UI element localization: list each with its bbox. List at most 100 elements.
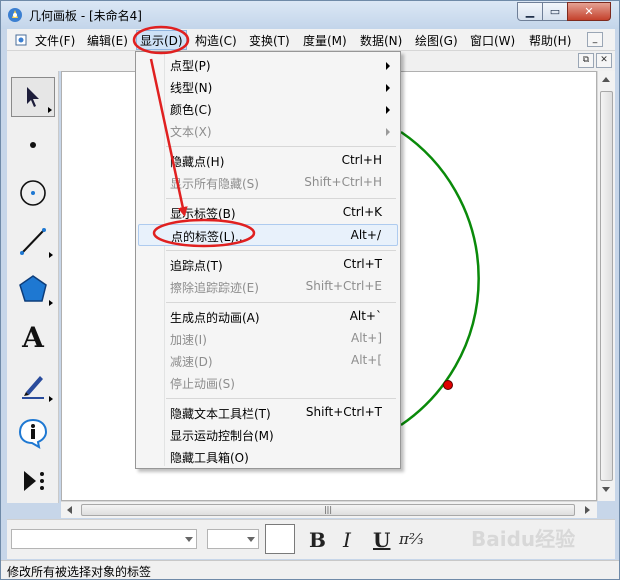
menu-item-shortcut: Shift+Ctrl+E <box>305 279 382 293</box>
mdi-minimize-button[interactable]: _ <box>587 32 603 47</box>
tool-submenu-arrow-icon <box>49 300 53 306</box>
scroll-left-icon[interactable] <box>67 506 72 514</box>
maximize-button[interactable]: ▭ <box>542 2 568 21</box>
app-logo-icon <box>8 8 22 22</box>
underline-button[interactable]: U <box>373 528 390 552</box>
menu-item-slow-down[interactable]: 减速(D) Alt+[ <box>138 350 398 372</box>
menu-graph[interactable]: 绘图(G) <box>415 32 458 49</box>
menu-item-trace-point[interactable]: 追踪点(T) Ctrl+T <box>138 254 398 276</box>
vertical-scroll-thumb[interactable] <box>600 91 613 481</box>
custom-tool[interactable] <box>11 461 55 501</box>
menu-display[interactable]: 显示(D) <box>136 30 187 50</box>
custom-tool-icon <box>24 471 44 491</box>
horizontal-scrollbar[interactable]: ||| <box>61 501 597 518</box>
menu-separator <box>166 146 396 147</box>
app-window: 几何画板 - [未命名4] ▁ ▭ ✕ 文件(F) 编辑(E) 显示(D) 构造… <box>0 0 620 580</box>
text-color-swatch[interactable] <box>265 524 295 554</box>
menu-item-stop-animation[interactable]: 停止动画(S) <box>138 372 398 394</box>
menu-item-line-style[interactable]: 线型(N) <box>138 76 398 98</box>
grip-icon: ||| <box>323 505 333 514</box>
menu-construct[interactable]: 构造(C) <box>195 32 237 49</box>
submenu-arrow-icon <box>386 62 390 70</box>
title-bar[interactable]: 几何画板 - [未命名4] ▁ ▭ ✕ <box>1 1 619 29</box>
polygon-tool[interactable] <box>11 269 55 309</box>
menu-item-speed-up[interactable]: 加速(I) Alt+] <box>138 328 398 350</box>
math-format-button[interactable]: π²⁄₃ <box>399 530 423 548</box>
menu-item-hide-text-toolbar[interactable]: 隐藏文本工具栏(T) Shift+Ctrl+T <box>138 402 398 424</box>
compass-icon <box>20 180 46 206</box>
horizontal-scroll-thumb[interactable]: ||| <box>81 504 575 516</box>
menu-window[interactable]: 窗口(W) <box>470 32 515 49</box>
menu-item-shortcut: Alt+[ <box>351 353 382 367</box>
select-tool[interactable] <box>11 77 55 117</box>
compass-tool[interactable] <box>11 173 55 213</box>
menu-item-show-label[interactable]: 显示标签(B) Ctrl+K <box>138 202 398 224</box>
font-family-combo[interactable] <box>11 529 197 549</box>
menu-item-label: 线型(N) <box>170 81 213 95</box>
close-button[interactable]: ✕ <box>567 2 611 21</box>
status-bar: 修改所有被选择对象的标签 <box>1 560 619 579</box>
menu-separator <box>166 398 396 399</box>
menu-item-shortcut: Ctrl+H <box>341 153 382 167</box>
bold-button[interactable]: B <box>309 528 326 552</box>
menu-item-point-label[interactable]: 点的标签(L)... Alt+/ <box>138 224 398 246</box>
menu-bar: 文件(F) 编辑(E) 显示(D) 构造(C) 变换(T) 度量(M) 数据(N… <box>7 29 615 51</box>
menu-edit[interactable]: 编辑(E) <box>87 32 128 49</box>
polygon-icon <box>19 275 47 302</box>
menu-item-label: 点的标签(L)... <box>171 230 247 244</box>
menu-item-erase-traces[interactable]: 擦除追踪踪迹(E) Shift+Ctrl+E <box>138 276 398 298</box>
mdi-restore-button[interactable]: ⧉ <box>578 53 594 68</box>
point-on-circle[interactable] <box>443 380 453 390</box>
tool-submenu-arrow-icon <box>49 252 53 258</box>
menu-item-label: 擦除追踪踪迹(E) <box>170 281 259 295</box>
menu-separator <box>166 302 396 303</box>
menu-item-label: 追踪点(T) <box>170 259 223 273</box>
menu-item-label: 显示所有隐藏(S) <box>170 177 259 191</box>
menu-transform[interactable]: 变换(T) <box>249 32 290 49</box>
menu-file[interactable]: 文件(F) <box>35 32 75 49</box>
window-title: 几何画板 - [未命名4] <box>29 9 142 23</box>
circle-arc[interactable] <box>400 130 480 427</box>
menu-item-shortcut: Shift+Ctrl+H <box>304 175 382 189</box>
marker-icon <box>22 376 44 399</box>
submenu-arrow-icon <box>386 128 390 136</box>
menu-item-show-all-hidden[interactable]: 显示所有隐藏(S) Shift+Ctrl+H <box>138 172 398 194</box>
tool-submenu-arrow-icon <box>48 107 52 113</box>
menu-item-hide-point[interactable]: 隐藏点(H) Ctrl+H <box>138 150 398 172</box>
vertical-scrollbar[interactable] <box>597 71 615 501</box>
minimize-button[interactable]: ▁ <box>517 2 543 21</box>
menu-item-point-style[interactable]: 点型(P) <box>138 54 398 76</box>
status-text: 修改所有被选择对象的标签 <box>7 565 152 579</box>
point-tool[interactable] <box>11 125 55 165</box>
menu-help[interactable]: 帮助(H) <box>529 32 571 49</box>
text-tool[interactable]: A <box>11 317 55 357</box>
menu-data[interactable]: 数据(N) <box>360 32 402 49</box>
menu-item-shortcut: Alt+` <box>349 309 382 323</box>
menu-item-animate-point[interactable]: 生成点的动画(A) Alt+` <box>138 306 398 328</box>
menu-item-text[interactable]: 文本(X) <box>138 120 398 142</box>
italic-button[interactable]: I <box>343 528 351 552</box>
marker-tool[interactable] <box>11 365 55 405</box>
menu-item-hide-toolbox[interactable]: 隐藏工具箱(O) <box>138 446 398 468</box>
line-icon <box>20 228 46 255</box>
menu-item-color[interactable]: 颜色(C) <box>138 98 398 120</box>
mdi-close-icon: ✕ <box>600 55 608 65</box>
watermark: Baidu经验 <box>471 527 576 551</box>
line-tool[interactable] <box>11 221 55 261</box>
scroll-down-icon[interactable] <box>602 487 610 492</box>
menu-item-label: 生成点的动画(A) <box>170 311 260 325</box>
menu-measure[interactable]: 度量(M) <box>303 32 347 49</box>
mdi-close-button[interactable]: ✕ <box>596 53 612 68</box>
scroll-right-icon[interactable] <box>585 506 590 514</box>
font-size-combo[interactable] <box>207 529 259 549</box>
point-icon <box>30 142 36 148</box>
mdi-minimize-icon: _ <box>592 34 598 44</box>
chevron-down-icon <box>185 537 193 542</box>
info-tool[interactable] <box>11 413 55 453</box>
menu-item-show-motion-controller[interactable]: 显示运动控制台(M) <box>138 424 398 446</box>
scroll-up-icon[interactable] <box>602 77 610 82</box>
text-tool-icon: A <box>22 320 44 354</box>
document-icon[interactable] <box>15 34 27 46</box>
display-menu-dropdown: 点型(P) 线型(N) 颜色(C) 文本(X) 隐藏点(H) Ctrl+H 显示所… <box>135 51 401 469</box>
menu-item-shortcut: Alt+/ <box>350 228 381 242</box>
